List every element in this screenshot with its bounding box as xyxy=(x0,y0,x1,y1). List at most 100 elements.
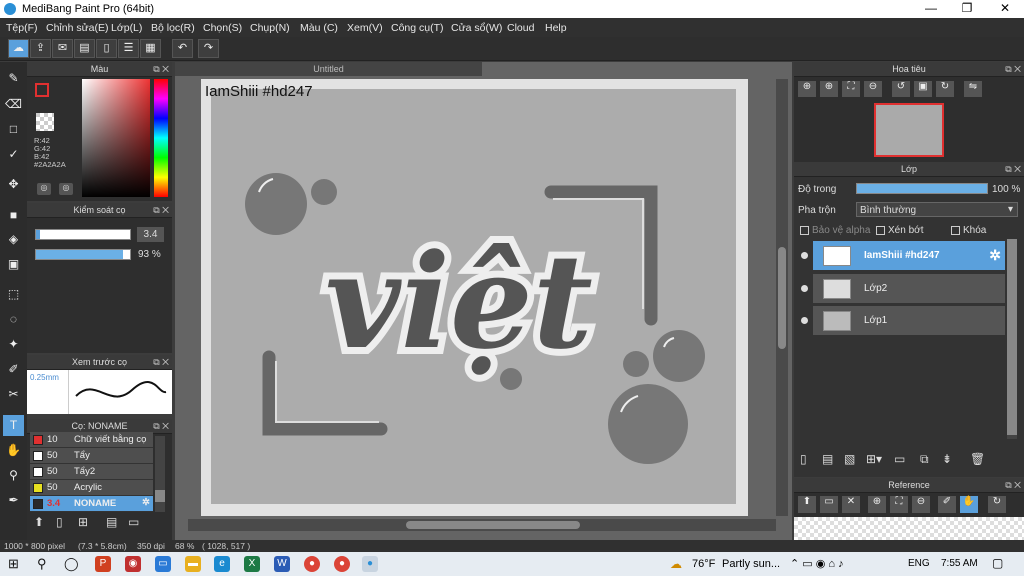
maximize-button[interactable]: ❐ xyxy=(952,1,982,15)
brush-size-value[interactable]: 3.4 xyxy=(137,227,164,242)
select-rect-icon[interactable]: ⬚ xyxy=(3,284,24,305)
check-icon[interactable]: ✓ xyxy=(3,144,24,165)
fit-icon[interactable]: ⛶ xyxy=(842,81,860,97)
task-view-icon[interactable]: ◯ xyxy=(64,556,79,572)
flip-icon[interactable]: ⇋ xyxy=(964,81,982,97)
add-brush-icon[interactable]: ⊞ xyxy=(78,515,88,529)
blend-mode-select[interactable]: Bình thường ▾ xyxy=(856,202,1018,217)
eyedropper-icon[interactable]: ✐ xyxy=(938,496,956,513)
panel-close-icon[interactable]: ⧉ ✕ xyxy=(1005,62,1021,77)
menu-filter[interactable]: Bộ lọc(R) xyxy=(151,22,195,34)
menu-window[interactable]: Cửa sổ(W) xyxy=(451,22,502,34)
hue-slider[interactable] xyxy=(154,79,168,197)
brush-item[interactable]: 50 Acrylic xyxy=(30,480,153,496)
reset-view-icon[interactable]: ↻ xyxy=(988,496,1006,513)
upload-icon[interactable]: ⇪ xyxy=(30,39,51,58)
zoom-in-icon[interactable]: ⊕ xyxy=(820,81,838,97)
powerpoint-icon[interactable]: P xyxy=(95,556,111,572)
eyedropper-icon[interactable]: ⚲ xyxy=(3,465,24,486)
grid-icon[interactable]: ▦ xyxy=(140,39,161,58)
fit-icon[interactable]: ⛶ xyxy=(890,496,908,513)
folder-icon[interactable]: ▭ xyxy=(894,452,905,466)
menu-select[interactable]: Chọn(S) xyxy=(203,22,242,34)
menu-color[interactable]: Màu (C) xyxy=(300,22,338,34)
panel-close-icon[interactable]: ⧉ ✕ xyxy=(153,419,169,434)
edge-icon[interactable]: e xyxy=(214,556,230,572)
brush-size-slider[interactable] xyxy=(35,229,131,240)
search-icon[interactable]: ⚲ xyxy=(37,556,47,572)
layer-item[interactable]: Lớp1 xyxy=(801,306,1005,336)
upload-icon[interactable]: ⬆ xyxy=(798,496,816,513)
notification-icon[interactable]: ▢ xyxy=(992,556,1003,570)
rotate-right-icon[interactable]: ↻ xyxy=(936,81,954,97)
menu-file[interactable]: Tệp(F) xyxy=(6,22,38,34)
cloud-download-icon[interactable]: ⬆ xyxy=(34,515,44,529)
gear-icon[interactable]: ✲ xyxy=(989,247,1001,264)
tray-icons[interactable]: ⌃ ▭ ◉ ⌂ ♪ xyxy=(790,557,844,570)
lasso-icon[interactable]: ◌ xyxy=(3,309,24,330)
primary-color-swatch[interactable] xyxy=(35,83,49,97)
brush-item-selected[interactable]: 3.4 NONAME ✲ xyxy=(30,496,153,512)
layer-menu-icon[interactable]: ⊞▾ xyxy=(866,452,882,466)
gear-icon[interactable]: ✲ xyxy=(142,497,150,508)
zoom-out-icon[interactable]: ⊖ xyxy=(864,81,882,97)
brush-settings-icon[interactable]: ▤ xyxy=(106,515,117,529)
new-8bit-layer-icon[interactable]: ▧ xyxy=(844,452,855,466)
duplicate-layer-icon[interactable]: ⧉ xyxy=(920,452,929,467)
close-button[interactable]: ✕ xyxy=(990,1,1020,15)
color-field[interactable] xyxy=(82,79,150,197)
rotate-left-icon[interactable]: ↺ xyxy=(892,81,910,97)
merge-layer-icon[interactable]: ⇟ xyxy=(942,452,952,466)
document-tab[interactable]: Untitled xyxy=(175,62,482,76)
reference-canvas[interactable] xyxy=(794,517,1024,540)
undo-icon[interactable]: ↶ xyxy=(172,39,193,58)
zoom-out-icon[interactable]: ⊖ xyxy=(912,496,930,513)
menu-help[interactable]: Help xyxy=(545,22,567,34)
panel-close-icon[interactable]: ⧉ ✕ xyxy=(153,62,169,77)
panel-close-icon[interactable]: ⧉ ✕ xyxy=(153,203,169,218)
visibility-icon[interactable] xyxy=(801,317,808,324)
bucket-icon[interactable]: ◈ xyxy=(3,229,24,250)
panel-close-icon[interactable]: ⧉ ✕ xyxy=(1005,478,1021,493)
new-brush-icon[interactable]: ▯ xyxy=(56,515,63,529)
fill-shape-icon[interactable]: ■ xyxy=(3,205,24,226)
vertical-scrollbar[interactable] xyxy=(776,79,788,516)
folder-icon[interactable]: ▭ xyxy=(820,496,838,513)
clipping-checkbox[interactable]: Xén bớt xyxy=(876,225,923,236)
clock[interactable]: 7:55 AM xyxy=(941,558,978,569)
zoom-in-icon[interactable]: ⊕ xyxy=(798,81,816,97)
brush-icon[interactable]: ✎ xyxy=(3,68,24,89)
menu-edit[interactable]: Chỉnh sửa(E) xyxy=(46,22,108,34)
cloud-icon[interactable]: ☁ xyxy=(8,39,29,58)
transparent-swatch[interactable] xyxy=(36,113,54,131)
monitor-icon[interactable]: ▭ xyxy=(155,556,171,572)
visibility-icon[interactable] xyxy=(801,285,808,292)
chrome-icon[interactable]: ● xyxy=(334,556,350,572)
brush-item[interactable]: 50 Tẩy xyxy=(30,448,153,464)
brush-item[interactable]: 10 Chữ viết bằng cọ xyxy=(30,432,153,448)
navigator-thumbnail[interactable] xyxy=(874,103,944,157)
panel-close-icon[interactable]: ⧉ ✕ xyxy=(1005,162,1021,177)
medibang-icon[interactable]: ● xyxy=(362,556,378,572)
layer-item[interactable]: Lớp2 xyxy=(801,274,1005,304)
select-eraser-icon[interactable]: ✂ xyxy=(3,384,24,405)
move-icon[interactable]: ✥ xyxy=(3,174,24,195)
layer-scrollbar[interactable] xyxy=(1007,239,1017,439)
redo-icon[interactable]: ↷ xyxy=(198,39,219,58)
brush-opacity-slider[interactable] xyxy=(35,249,131,260)
gradient-icon[interactable]: ▣ xyxy=(3,254,24,275)
minimize-button[interactable]: — xyxy=(916,1,946,15)
palette-add-icon[interactable]: ◎ xyxy=(59,183,73,195)
layer-opacity-slider[interactable] xyxy=(856,183,988,194)
text-icon[interactable]: T xyxy=(3,415,24,436)
lock-checkbox[interactable]: Khóa xyxy=(951,225,986,236)
word-icon[interactable]: W xyxy=(274,556,290,572)
chrome-icon[interactable]: ● xyxy=(304,556,320,572)
weather-text[interactable]: Partly sun... xyxy=(722,558,780,570)
pen-icon[interactable]: ✒ xyxy=(3,490,24,511)
comment-icon[interactable]: ▤ xyxy=(74,39,95,58)
menu-tools[interactable]: Công cụ(T) xyxy=(391,22,444,34)
reset-view-icon[interactable]: ▣ xyxy=(914,81,932,97)
menu-view[interactable]: Xem(V) xyxy=(347,22,383,34)
brush-list-scrollbar[interactable] xyxy=(155,436,165,512)
